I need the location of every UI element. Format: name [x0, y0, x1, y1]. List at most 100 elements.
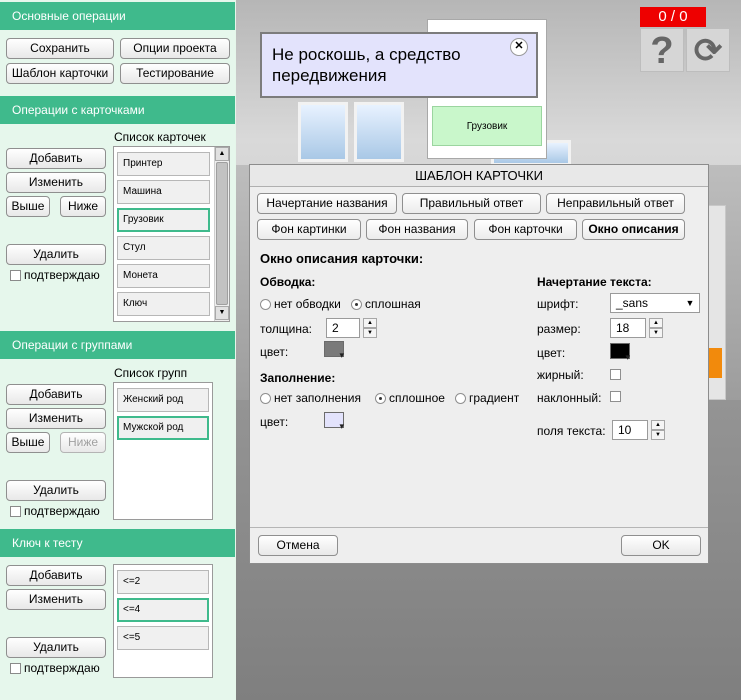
list-item[interactable]: Монета: [117, 264, 210, 288]
close-icon[interactable]: ✕: [510, 38, 528, 56]
scroll-thumb[interactable]: [216, 162, 228, 305]
edit-group-button[interactable]: Изменить: [6, 408, 106, 429]
reset-icon[interactable]: ⟳: [686, 28, 730, 72]
description-popup: Не роскошь, а средство передвижения ✕: [260, 32, 538, 98]
border-label: Обводка:: [260, 275, 316, 289]
tab-title-style[interactable]: Начертание названия: [257, 193, 397, 214]
bold-label: жирный:: [537, 368, 584, 382]
card-list[interactable]: Принтер Машина Грузовик Стул Монета Ключ…: [113, 146, 230, 322]
window-image: [298, 102, 348, 162]
key-list[interactable]: <=2 <=4 <=5: [113, 564, 213, 678]
size-stepper[interactable]: ▲ ▼: [649, 318, 663, 338]
edit-card-button[interactable]: Изменить: [6, 172, 106, 193]
list-item-selected[interactable]: Грузовик: [117, 208, 210, 232]
fill-none-radio[interactable]: [260, 393, 271, 404]
card-list-scrollbar[interactable]: ▲ ▼: [214, 147, 229, 321]
score-counter: 0 / 0: [640, 7, 706, 27]
fill-color-picker[interactable]: [324, 412, 344, 432]
fill-color-label: цвет:: [260, 415, 289, 429]
border-solid-label: сплошная: [365, 297, 421, 311]
list-item[interactable]: Машина: [117, 180, 210, 204]
window-image: [354, 102, 404, 162]
text-style-label: Начертание текста:: [537, 275, 652, 289]
card-down-button[interactable]: Ниже: [60, 196, 106, 217]
group-list[interactable]: Женский род Мужской род: [113, 382, 213, 520]
font-select[interactable]: _sans ▼: [610, 293, 700, 313]
list-item-selected[interactable]: <=4: [117, 598, 209, 622]
list-item-selected[interactable]: Мужской род: [117, 416, 209, 440]
ok-button[interactable]: OK: [621, 535, 701, 556]
text-padding-label: поля текста:: [537, 424, 606, 438]
list-item[interactable]: Стул: [117, 236, 210, 260]
group-up-button[interactable]: Выше: [6, 432, 50, 453]
testing-button[interactable]: Тестирование: [120, 63, 230, 84]
card-up-button[interactable]: Выше: [6, 196, 50, 217]
fill-label: Заполнение:: [260, 371, 336, 385]
fill-solid-radio[interactable]: [375, 393, 386, 404]
border-none-label: нет обводки: [274, 297, 341, 311]
tab-description-window[interactable]: Окно описания: [582, 219, 685, 240]
chevron-down-icon: ▼: [685, 298, 695, 308]
confirm-delete-card-label: подтверждаю: [24, 268, 100, 282]
left-panel: Основные операции Сохранить Опции проект…: [0, 0, 235, 700]
border-solid-radio[interactable]: [351, 299, 362, 310]
text-padding-stepper[interactable]: ▲ ▼: [651, 420, 665, 440]
delete-group-button[interactable]: Удалить: [6, 480, 106, 501]
confirm-delete-group-checkbox[interactable]: [10, 506, 21, 517]
section-header-key: Ключ к тесту: [0, 529, 235, 557]
tab-correct-answer[interactable]: Правильный ответ: [402, 193, 541, 214]
dialog-divider: [250, 527, 708, 528]
border-color-picker[interactable]: [324, 341, 344, 361]
help-icon[interactable]: ?: [640, 28, 684, 72]
cancel-button[interactable]: Отмена: [258, 535, 338, 556]
card-template-button[interactable]: Шаблон карточки: [6, 63, 114, 84]
italic-checkbox[interactable]: [610, 391, 621, 402]
size-input[interactable]: 18: [610, 318, 646, 338]
list-item[interactable]: Ключ: [117, 292, 210, 316]
confirm-delete-key-label: подтверждаю: [24, 661, 100, 675]
add-key-button[interactable]: Добавить: [6, 565, 106, 586]
add-card-button[interactable]: Добавить: [6, 148, 106, 169]
list-item[interactable]: Принтер: [117, 152, 210, 176]
delete-card-button[interactable]: Удалить: [6, 244, 106, 265]
tab-wrong-answer[interactable]: Неправильный ответ: [546, 193, 685, 214]
list-item[interactable]: Женский род: [117, 388, 209, 412]
edit-key-button[interactable]: Изменить: [6, 589, 106, 610]
font-label: шрифт:: [537, 297, 579, 311]
confirm-delete-key-checkbox[interactable]: [10, 663, 21, 674]
border-color-label: цвет:: [260, 345, 289, 359]
add-group-button[interactable]: Добавить: [6, 384, 106, 405]
bold-checkbox[interactable]: [610, 369, 621, 380]
tab-image-background[interactable]: Фон картинки: [257, 219, 361, 240]
fill-gradient-radio[interactable]: [455, 393, 466, 404]
thickness-stepper[interactable]: ▲ ▼: [363, 318, 377, 338]
list-item[interactable]: <=2: [117, 570, 209, 594]
thickness-input[interactable]: 2: [326, 318, 360, 338]
fill-gradient-label: градиент: [469, 391, 520, 405]
text-color-picker[interactable]: [610, 343, 630, 363]
section-header-basic: Основные операции: [0, 2, 235, 30]
section-header-cards: Операции с карточками: [0, 96, 235, 124]
delete-key-button[interactable]: Удалить: [6, 637, 106, 658]
list-item[interactable]: <=5: [117, 626, 209, 650]
scroll-up-arrow-icon[interactable]: ▲: [215, 147, 229, 161]
scroll-down-arrow-icon[interactable]: ▼: [215, 306, 229, 320]
confirm-delete-group-label: подтверждаю: [24, 504, 100, 518]
confirm-delete-card-checkbox[interactable]: [10, 270, 21, 281]
card-name-label: Грузовик: [432, 106, 542, 146]
tab-card-background[interactable]: Фон карточки: [474, 219, 577, 240]
text-padding-input[interactable]: 10: [612, 420, 648, 440]
fill-solid-label: сплошное: [389, 391, 445, 405]
thickness-label: толщина:: [260, 322, 312, 336]
section-header-groups: Операции с группами: [0, 331, 235, 359]
card-list-title: Список карточек: [114, 130, 206, 144]
group-down-button[interactable]: Ниже: [60, 432, 106, 453]
tab-title-background[interactable]: Фон названия: [366, 219, 468, 240]
text-color-label: цвет:: [537, 346, 566, 360]
border-none-radio[interactable]: [260, 299, 271, 310]
group-list-title: Список групп: [114, 366, 188, 380]
project-options-button[interactable]: Опции проекта: [120, 38, 230, 59]
description-text: Не роскошь, а средство передвижения: [272, 45, 461, 85]
size-label: размер:: [537, 322, 581, 336]
save-button[interactable]: Сохранить: [6, 38, 114, 59]
